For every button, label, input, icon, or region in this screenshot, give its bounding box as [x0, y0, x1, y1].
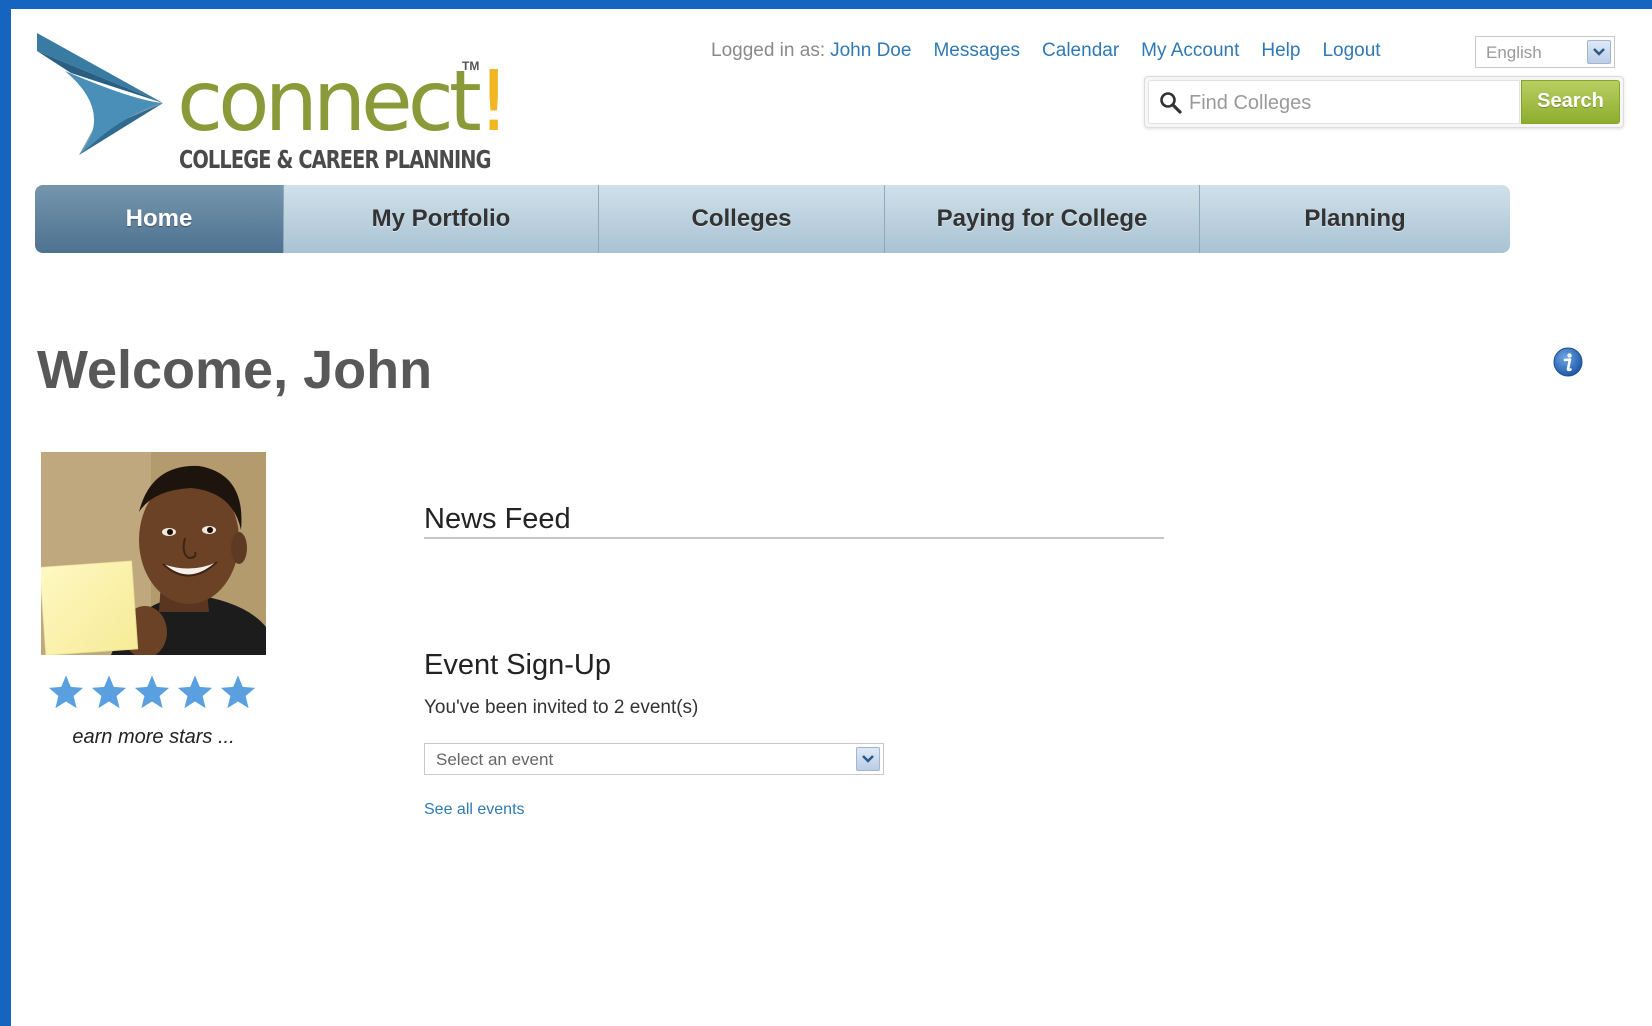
language-select[interactable]: English [1475, 36, 1615, 68]
chevron-down-icon[interactable] [856, 747, 880, 771]
avatar[interactable] [41, 452, 266, 655]
see-all-events-link[interactable]: See all events [424, 801, 525, 819]
calendar-link[interactable]: Calendar [1042, 40, 1119, 62]
event-signup-heading: Event Sign-Up [424, 649, 611, 681]
user-links-bar: Logged in as: John Doe Messages Calendar… [711, 39, 1381, 63]
logo-trademark: TM [462, 59, 480, 73]
language-value: English [1486, 43, 1542, 62]
search-field-wrapper [1148, 80, 1520, 124]
user-name-link[interactable]: John Doe [830, 40, 911, 62]
messages-link[interactable]: Messages [933, 40, 1020, 62]
star-icon [177, 675, 213, 709]
chevron-down-icon[interactable] [1587, 40, 1611, 64]
logged-in-label: Logged in as: [711, 40, 826, 61]
event-invite-text: You've been invited to 2 event(s) [424, 697, 699, 718]
tab-planning[interactable]: Planning [1200, 185, 1510, 253]
avatar-portrait-icon [41, 452, 266, 655]
main-nav: Home My Portfolio Colleges Paying for Co… [35, 185, 1510, 253]
page-title: Welcome, John [37, 340, 433, 400]
event-select-value: Select an event [436, 750, 554, 769]
star-icon [48, 675, 84, 709]
search-input[interactable] [1189, 88, 1509, 118]
info-icon[interactable] [1553, 347, 1583, 377]
browser-page: connect! TM COLLEGE & CAREER PLANNING Lo… [11, 9, 1652, 1026]
tab-my-portfolio[interactable]: My Portfolio [284, 185, 599, 253]
event-select[interactable]: Select an event [424, 743, 884, 775]
search-icon [1160, 92, 1182, 114]
star-icon [91, 675, 127, 709]
star-icon [134, 675, 170, 709]
help-link[interactable]: Help [1261, 40, 1300, 62]
news-feed-heading: News Feed [424, 503, 571, 535]
search-button[interactable]: Search [1521, 80, 1620, 124]
star-icon [220, 675, 256, 709]
connect-logo[interactable]: connect! TM COLLEGE & CAREER PLANNING [35, 31, 510, 174]
tab-colleges[interactable]: Colleges [599, 185, 885, 253]
star-rating [47, 673, 257, 711]
earn-more-stars-link[interactable]: earn more stars ... [41, 726, 266, 749]
my-account-link[interactable]: My Account [1141, 40, 1239, 62]
tab-paying-for-college[interactable]: Paying for College [885, 185, 1200, 253]
logo-tagline: COLLEGE & CAREER PLANNING [179, 145, 492, 174]
news-feed-divider [424, 537, 1164, 539]
college-search: Search [1144, 76, 1624, 128]
logout-link[interactable]: Logout [1322, 40, 1380, 62]
logo-arrow-icon [37, 33, 163, 155]
tab-home[interactable]: Home [35, 185, 284, 253]
logo-wordmark: connect! [177, 52, 510, 150]
